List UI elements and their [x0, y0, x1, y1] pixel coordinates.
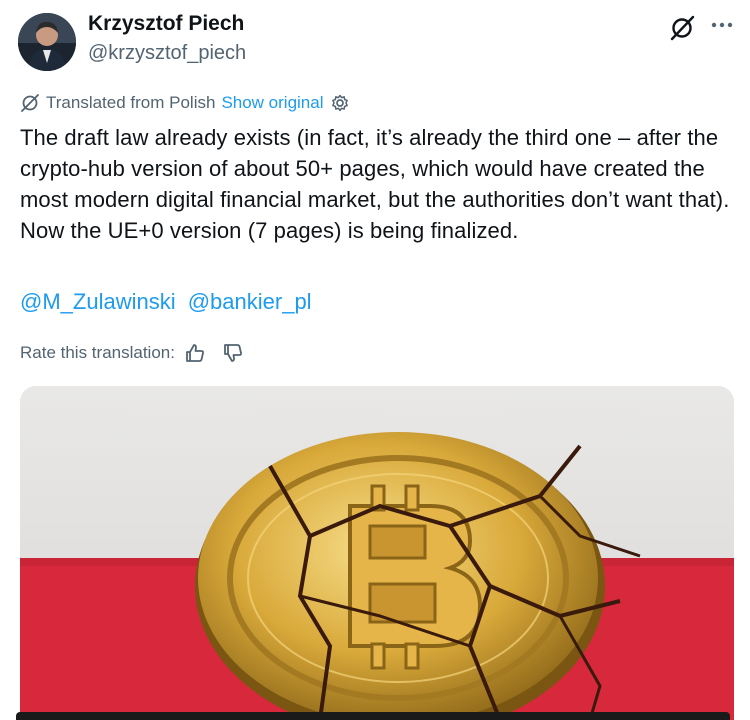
gear-icon[interactable] [330, 93, 350, 113]
rate-translation-row: Rate this translation: [20, 340, 245, 366]
thumbs-up-icon[interactable] [175, 341, 207, 365]
translation-row: Translated from Polish Show original [20, 92, 350, 114]
translate-icon [20, 93, 40, 113]
tweet-text: The draft law already exists (in fact, i… [20, 125, 730, 243]
mention-link[interactable]: @M_Zulawinski [20, 289, 176, 314]
grok-slash-icon[interactable] [668, 14, 696, 42]
mention-link[interactable]: @bankier_pl [188, 289, 312, 314]
author-handle[interactable]: @krzysztof_piech [88, 42, 246, 65]
more-icon[interactable] [708, 10, 736, 38]
mentions: @M_Zulawinski @bankier_pl [20, 289, 312, 315]
thumbs-down-icon[interactable] [213, 341, 245, 365]
rate-label: Rate this translation: [20, 343, 175, 362]
author-name[interactable]: Krzysztof Piech [88, 12, 244, 36]
media-overlay-bar [16, 712, 730, 720]
avatar[interactable] [18, 13, 76, 71]
translated-label: Translated from Polish [46, 93, 216, 112]
show-original-link[interactable]: Show original [221, 93, 323, 113]
tweet-media-image[interactable] [20, 386, 734, 720]
